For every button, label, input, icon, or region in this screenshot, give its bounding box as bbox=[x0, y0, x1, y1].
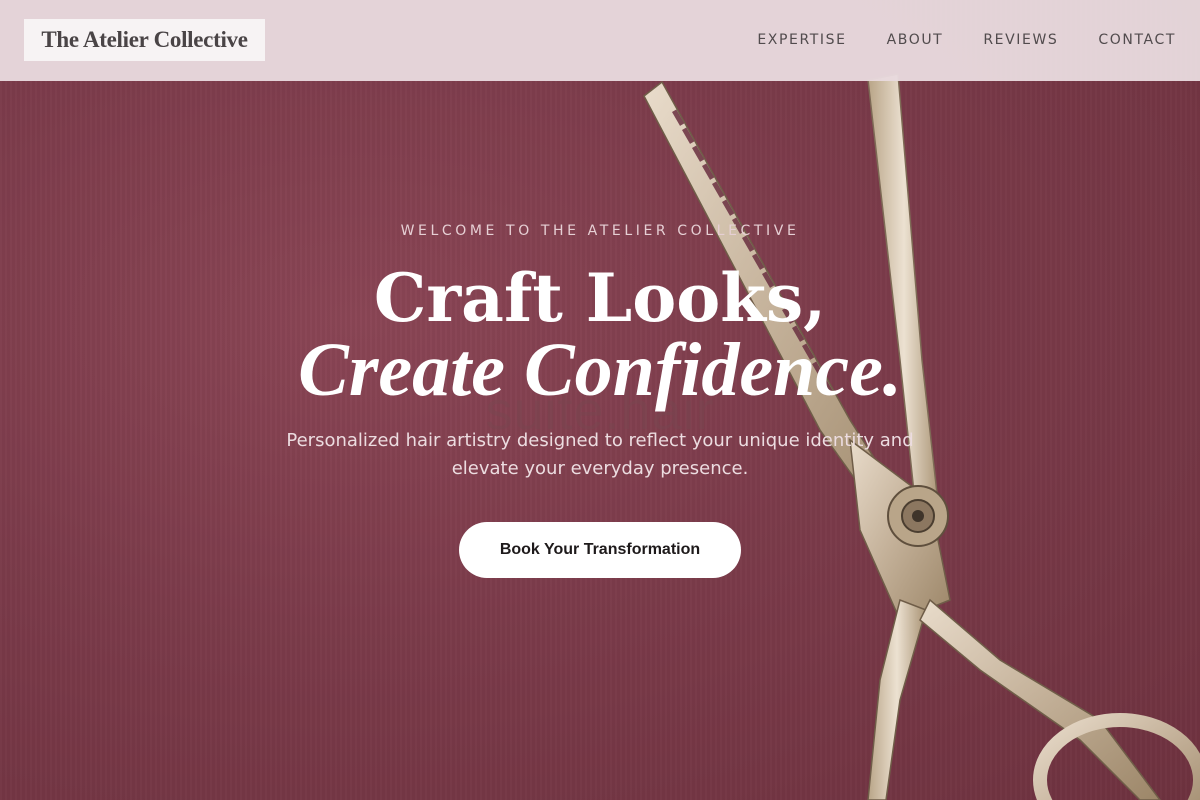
hero-headline-line2: Create Confidence. bbox=[298, 328, 902, 412]
hero-subtitle: Personalized hair artistry designed to r… bbox=[286, 430, 914, 479]
book-transformation-button[interactable]: Book Your Transformation bbox=[459, 522, 741, 578]
hero-eyebrow: WELCOME TO THE ATELIER COLLECTIVE bbox=[400, 223, 800, 239]
hero-section: WELCOME TO THE ATELIER COLLECTIVE Craft … bbox=[0, 0, 1200, 800]
hero-headline-line1: Craft Looks, bbox=[373, 259, 827, 337]
